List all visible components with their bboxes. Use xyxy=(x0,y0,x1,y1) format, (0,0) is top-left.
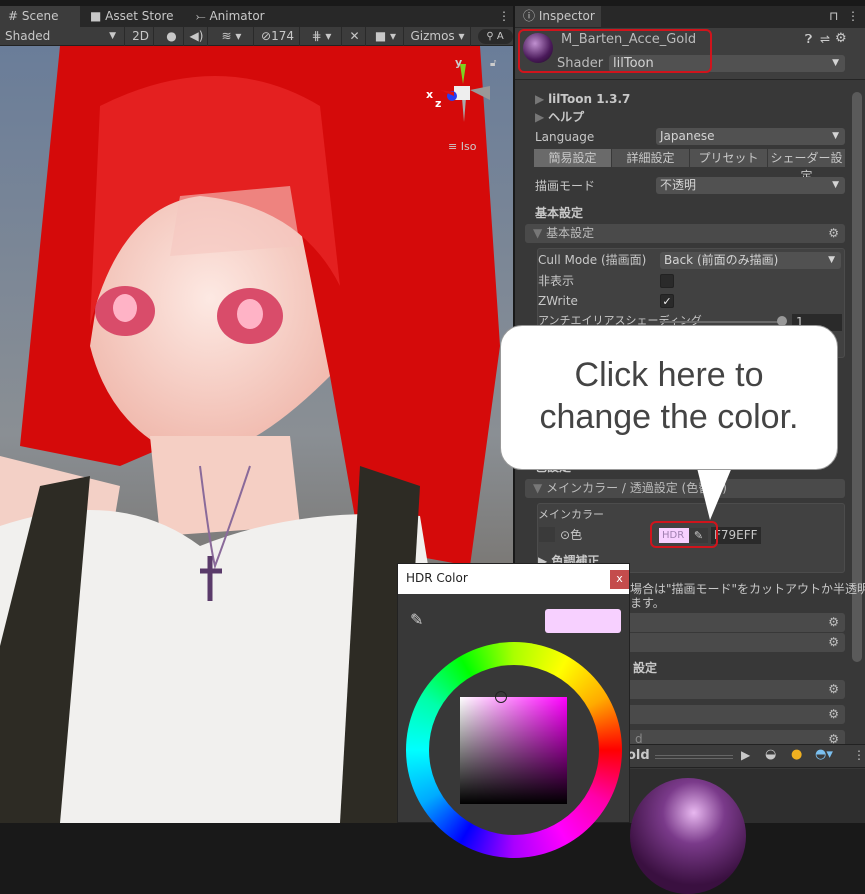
inspector-tab-bar: ⓘ Inspector ⊓ ⋮ xyxy=(515,6,865,28)
hdr-window-titlebar[interactable]: HDR Color x xyxy=(398,564,629,594)
tab-scene[interactable]: # Scene xyxy=(0,6,80,27)
effects-toggle-icon[interactable]: ≋ ▾ xyxy=(210,27,254,46)
help-icon[interactable]: ❓︎ xyxy=(805,32,812,47)
gear-icon[interactable]: ⚙ xyxy=(828,613,839,632)
main-color-foldout[interactable]: ▼ メインカラー / 透過設定 (色替え) xyxy=(525,479,845,498)
eyedropper-icon[interactable]: ✎ xyxy=(410,610,423,629)
hdr-color-window: HDR Color x ✎ xyxy=(397,563,630,858)
cull-mode-dropdown[interactable]: Back (前面のみ描画) ▼ xyxy=(660,252,841,269)
tab-inspector[interactable]: ⓘ Inspector xyxy=(515,6,601,27)
hide-checkbox[interactable] xyxy=(660,274,674,288)
tab-animator[interactable]: ⤚ Animator xyxy=(188,6,273,27)
mode-tabs: 簡易設定 詳細設定 プリセット シェーダー設定 xyxy=(534,149,845,183)
gizmo-x-label: x xyxy=(426,88,434,101)
cull-mode-label: Cull Mode (描画面) xyxy=(538,253,647,267)
camera-icon[interactable]: ■ ▾ xyxy=(368,27,404,46)
main-color-box-label: メインカラー xyxy=(538,508,604,521)
scrollbar[interactable] xyxy=(852,92,862,662)
tab-shader-settings[interactable]: シェーダー設定 xyxy=(768,149,845,183)
gear-icon[interactable]: ⚙ xyxy=(828,633,839,652)
2d-toggle[interactable]: 2D xyxy=(128,27,154,46)
more-menu-icon[interactable]: ⋮ xyxy=(853,748,865,762)
grid-icon: # xyxy=(8,9,19,23)
color-picker-handle[interactable] xyxy=(495,691,507,703)
callout-line-2: change the color. xyxy=(539,398,799,436)
language-label: Language xyxy=(535,130,595,144)
bag-icon: ■ xyxy=(90,9,102,23)
background-icon[interactable]: ◓▾ xyxy=(815,747,833,762)
tab-asset-store[interactable]: ■ Asset Store xyxy=(82,6,182,27)
sphere-mesh-icon[interactable]: ◒ xyxy=(765,747,776,762)
grid-toggle-icon[interactable]: ⋕ ▾ xyxy=(302,27,342,46)
note-line-2: ます。 xyxy=(630,596,665,610)
info-icon: ⓘ xyxy=(523,9,536,23)
tab-simple-settings[interactable]: 簡易設定 xyxy=(534,149,611,167)
basic-settings-foldout[interactable]: ▼ 基本設定 ⚙ xyxy=(525,224,845,243)
animator-icon: ⤚ xyxy=(196,9,206,23)
chevron-down-icon: ▼ xyxy=(109,31,116,41)
gizmos-dropdown[interactable]: Gizmos ▾ xyxy=(405,27,471,46)
drag-handle[interactable] xyxy=(655,755,733,759)
material-header: M_Barten_Acce_Gold Shader lilToon ▼ ❓︎ ⇌ … xyxy=(515,28,865,80)
scene-toolbar: Shaded ▼ 2D ● ◀) ≋ ▾ ⊘174 ⋕ ▾ ✕ ■ ▾ Gizmo… xyxy=(0,27,513,46)
preset-icon[interactable]: ⇌ xyxy=(820,32,830,46)
tab-presets[interactable]: プリセット xyxy=(690,149,767,167)
hide-label: 非表示 xyxy=(538,274,575,288)
lock-icon[interactable]: 🔓︎ xyxy=(490,58,496,69)
antialias-slider[interactable] xyxy=(660,321,780,323)
more-menu-icon[interactable]: ⋮ xyxy=(839,6,865,27)
chevron-down-icon: ▼ xyxy=(832,58,839,68)
gear-icon[interactable]: ⚙ xyxy=(828,705,839,724)
projection-toggle[interactable]: ≡ Iso xyxy=(448,140,476,153)
zwrite-label: ZWrite xyxy=(538,294,578,308)
section-heading: 設定 xyxy=(633,661,658,675)
gear-icon[interactable]: ⚙ xyxy=(835,31,847,46)
highlight-frame xyxy=(650,521,718,548)
tools-icon[interactable]: ✕ xyxy=(344,27,366,46)
lighting-toggle-icon[interactable]: ● xyxy=(160,27,184,46)
shading-mode-dropdown[interactable]: Shaded ▼ xyxy=(0,27,125,46)
play-icon[interactable]: ▶ xyxy=(741,748,750,762)
eye-off-icon: ⊘ xyxy=(261,29,272,43)
scene-search-input[interactable]: ⚲ A xyxy=(478,29,513,44)
zwrite-checkbox[interactable]: ✓ xyxy=(660,294,674,308)
texture-slot[interactable] xyxy=(539,527,555,542)
current-color-preview xyxy=(545,609,621,633)
hidden-objects-toggle[interactable]: ⊘174 xyxy=(256,27,300,46)
highlight-frame xyxy=(518,29,712,73)
material-preview-sphere xyxy=(630,778,746,894)
gear-icon[interactable]: ⚙ xyxy=(828,224,839,243)
language-dropdown[interactable]: Japanese ▼ xyxy=(656,128,845,145)
color-hex-input[interactable]: F79EFF xyxy=(711,527,761,544)
saturation-value-square[interactable] xyxy=(460,697,567,804)
render-mode-dropdown[interactable]: 不透明 ▼ xyxy=(656,177,845,194)
help-foldout[interactable]: ▶ ヘルプ xyxy=(535,108,584,126)
version-foldout[interactable]: ▶ lilToon 1.3.7 xyxy=(535,90,630,108)
tab-advanced-settings[interactable]: 詳細設定 xyxy=(612,149,689,167)
preview-title: old xyxy=(627,748,650,763)
color-label: ⊙色 xyxy=(560,528,583,542)
scene-tab-bar: # Scene ■ Asset Store ⤚ Animator ⋮ xyxy=(0,6,513,27)
instruction-callout: Click here to change the color. xyxy=(500,325,838,470)
lights-icon[interactable]: ● xyxy=(791,747,802,762)
more-menu-icon[interactable]: ⋮ xyxy=(490,6,518,27)
callout-line-1: Click here to xyxy=(574,356,764,394)
hdr-window-title: HDR Color xyxy=(406,571,468,585)
basic-settings-heading: 基本設定 xyxy=(535,206,584,220)
audio-toggle-icon[interactable]: ◀) xyxy=(186,27,208,46)
render-mode-label: 描画モード xyxy=(535,179,596,193)
orientation-gizmo[interactable] xyxy=(440,60,490,122)
note-line-1: 場合は"描画モード"をカットアウトか半透明に xyxy=(630,582,865,596)
gear-icon[interactable]: ⚙ xyxy=(828,680,839,699)
close-button[interactable]: x xyxy=(610,570,629,589)
